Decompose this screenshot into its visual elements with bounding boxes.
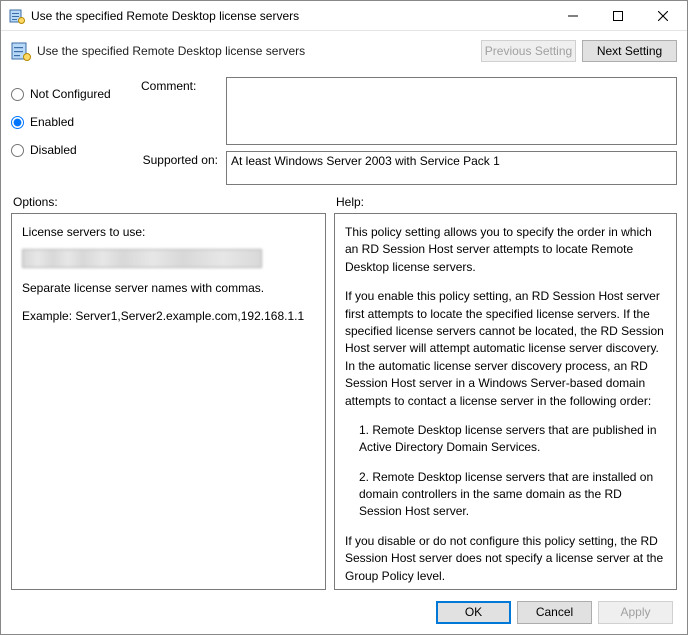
help-list-item: 2. Remote Desktop license servers that a…	[345, 469, 666, 521]
radio-not-configured-label: Not Configured	[30, 87, 111, 101]
close-button[interactable]	[640, 1, 685, 30]
policy-editor-window: Use the specified Remote Desktop license…	[0, 0, 688, 635]
window-title: Use the specified Remote Desktop license…	[31, 9, 550, 23]
state-comment-block: Not Configured Enabled Disabled Comment:…	[1, 71, 687, 189]
cancel-button[interactable]: Cancel	[517, 601, 592, 624]
supported-on-value: At least Windows Server 2003 with Servic…	[226, 151, 677, 185]
license-servers-label: License servers to use:	[22, 224, 315, 241]
options-example: Example: Server1,Server2.example.com,192…	[22, 308, 315, 325]
options-hint: Separate license server names with comma…	[22, 280, 315, 297]
subheader: Use the specified Remote Desktop license…	[1, 31, 687, 71]
radio-enabled[interactable]	[11, 116, 24, 129]
comment-label: Comment:	[141, 77, 226, 93]
policy-icon	[11, 41, 31, 61]
maximize-button[interactable]	[595, 1, 640, 30]
help-paragraph: This policy setting allows you to specif…	[345, 224, 666, 276]
ok-button[interactable]: OK	[436, 601, 511, 624]
help-paragraph: If you enable this policy setting, an RD…	[345, 288, 666, 410]
next-setting-button[interactable]: Next Setting	[582, 40, 677, 62]
help-paragraph: If you disable or do not configure this …	[345, 533, 666, 585]
titlebar: Use the specified Remote Desktop license…	[1, 1, 687, 31]
radio-enabled-label: Enabled	[30, 115, 74, 129]
comment-textarea[interactable]	[226, 77, 677, 145]
license-servers-input[interactable]	[22, 249, 262, 268]
help-heading: Help:	[334, 189, 677, 213]
help-panel[interactable]: This policy setting allows you to specif…	[334, 213, 677, 590]
subheader-title: Use the specified Remote Desktop license…	[37, 44, 475, 58]
help-list-item: 1. Remote Desktop license servers that a…	[345, 422, 666, 457]
body: Options: License servers to use: Separat…	[1, 189, 687, 590]
supported-on-label: Supported on:	[141, 151, 226, 167]
radio-disabled[interactable]	[11, 144, 24, 157]
minimize-button[interactable]	[550, 1, 595, 30]
previous-setting-button[interactable]: Previous Setting	[481, 40, 576, 62]
radio-not-configured[interactable]	[11, 88, 24, 101]
policy-icon	[9, 8, 25, 24]
apply-button[interactable]: Apply	[598, 601, 673, 624]
options-panel: License servers to use: Separate license…	[11, 213, 326, 590]
radio-disabled-label: Disabled	[30, 143, 77, 157]
options-heading: Options:	[11, 189, 326, 213]
dialog-button-bar: OK Cancel Apply	[1, 590, 687, 634]
state-radio-group: Not Configured Enabled Disabled	[11, 77, 141, 185]
